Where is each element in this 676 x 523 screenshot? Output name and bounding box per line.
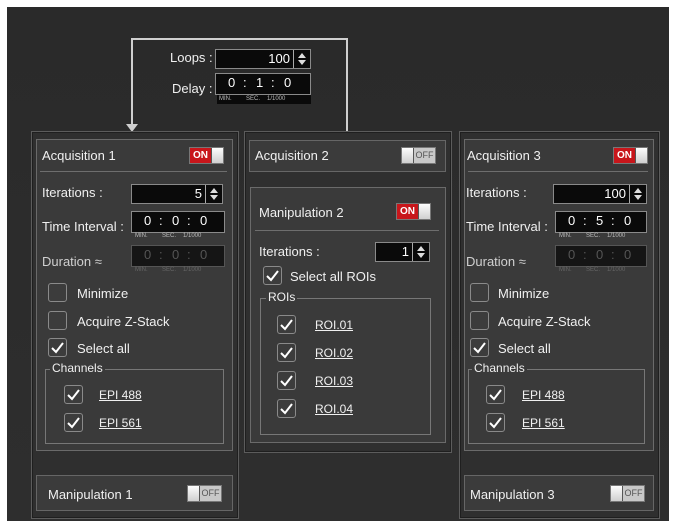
roi-link[interactable]: ROI.01: [315, 318, 353, 332]
check-icon: [67, 389, 80, 401]
iterations-stepper[interactable]: 1: [375, 242, 430, 262]
iterations-stepper[interactable]: 100: [553, 184, 647, 204]
select-all-rois-label: Select all ROIs: [290, 269, 376, 284]
iterations-stepper[interactable]: 5: [131, 184, 223, 204]
loop-connector: [131, 38, 348, 40]
check-icon: [280, 347, 293, 359]
acquisition-2-toggle[interactable]: OFF: [401, 147, 436, 164]
minimize-checkbox[interactable]: [470, 283, 489, 302]
manipulation-3-title: Manipulation 3: [470, 487, 555, 502]
select-all-label: Select all: [498, 341, 551, 356]
spin-arrows-icon[interactable]: [205, 185, 222, 203]
select-all-checkbox[interactable]: [470, 338, 489, 357]
divider: [255, 230, 439, 231]
minimize-label: Minimize: [498, 286, 550, 301]
manipulation-1-toggle[interactable]: OFF: [187, 485, 222, 502]
channels-group: [468, 369, 645, 444]
roi-link[interactable]: ROI.04: [315, 402, 353, 416]
channels-group-label: Channels: [50, 361, 105, 375]
zstack-checkbox[interactable]: [470, 311, 489, 330]
acquisition-3-toggle[interactable]: ON: [613, 147, 648, 164]
roi-link[interactable]: ROI.02: [315, 346, 353, 360]
check-icon: [67, 417, 80, 429]
delay-time-input[interactable]: 0 : 1 : 0: [215, 73, 311, 95]
duration-display: 0 : 0 : 0: [131, 245, 225, 267]
channel-link[interactable]: EPI 561: [522, 416, 565, 430]
roi-checkbox[interactable]: [277, 399, 296, 418]
channels-group-label: Channels: [472, 361, 527, 375]
iterations-label: Iterations :: [42, 185, 103, 200]
workspace: Loops : 100 Delay : 0 : 1 : 0 MIN. SEC. …: [7, 7, 669, 521]
spin-arrows-icon[interactable]: [629, 185, 646, 203]
duration-label: Duration ≈: [466, 254, 526, 269]
minimize-label: Minimize: [77, 286, 129, 301]
check-icon: [473, 342, 486, 354]
channel-checkbox[interactable]: [64, 413, 83, 432]
spin-arrows-icon[interactable]: [293, 50, 310, 68]
roi-checkbox[interactable]: [277, 371, 296, 390]
channel-checkbox[interactable]: [486, 413, 505, 432]
channels-group: [45, 369, 224, 444]
check-icon: [280, 403, 293, 415]
zstack-checkbox[interactable]: [48, 311, 67, 330]
divider: [468, 171, 648, 172]
roi-checkbox[interactable]: [277, 343, 296, 362]
roi-link[interactable]: ROI.03: [315, 374, 353, 388]
check-icon: [280, 375, 293, 387]
minimize-checkbox[interactable]: [48, 283, 67, 302]
loop-connector: [131, 38, 133, 128]
channel-link[interactable]: EPI 561: [99, 416, 142, 430]
acquisition-2-title: Acquisition 2: [255, 148, 329, 163]
time-interval-input[interactable]: 0 : 0 : 0: [131, 211, 225, 233]
manipulation-1-title: Manipulation 1: [48, 487, 133, 502]
time-interval-label: Time Interval :: [466, 219, 548, 234]
channel-checkbox[interactable]: [64, 385, 83, 404]
loops-stepper[interactable]: 100: [215, 49, 311, 69]
acquisition-3-title: Acquisition 3: [467, 148, 541, 163]
loop-connector: [346, 38, 348, 134]
select-all-label: Select all: [77, 341, 130, 356]
zstack-label: Acquire Z-Stack: [77, 314, 170, 329]
manipulation-2-toggle[interactable]: ON: [396, 203, 431, 220]
channel-link[interactable]: EPI 488: [99, 388, 142, 402]
check-icon: [266, 270, 279, 282]
check-icon: [489, 389, 502, 401]
rois-group-label: ROIs: [266, 290, 298, 304]
manipulation-2-title: Manipulation 2: [259, 205, 344, 220]
delay-label: Delay :: [172, 81, 213, 96]
channel-link[interactable]: EPI 488: [522, 388, 565, 402]
check-icon: [280, 319, 293, 331]
loops-value: 100: [268, 51, 290, 66]
acquisition-1-toggle[interactable]: ON: [189, 147, 224, 164]
check-icon: [51, 342, 64, 354]
iterations-label: Iterations :: [259, 244, 320, 259]
check-icon: [489, 417, 502, 429]
select-all-rois-checkbox[interactable]: [263, 266, 282, 285]
acquisition-1-title: Acquisition 1: [42, 148, 116, 163]
duration-display: 0 : 0 : 0: [555, 245, 647, 267]
time-interval-input[interactable]: 0 : 5 : 0: [555, 211, 647, 233]
iterations-label: Iterations :: [466, 185, 527, 200]
select-all-checkbox[interactable]: [48, 338, 67, 357]
divider: [40, 171, 227, 172]
loops-label: Loops :: [170, 50, 213, 65]
spin-arrows-icon[interactable]: [412, 243, 429, 261]
time-interval-label: Time Interval :: [42, 219, 124, 234]
duration-label: Duration ≈: [42, 254, 102, 269]
roi-checkbox[interactable]: [277, 315, 296, 334]
zstack-label: Acquire Z-Stack: [498, 314, 591, 329]
channel-checkbox[interactable]: [486, 385, 505, 404]
manipulation-3-toggle[interactable]: OFF: [610, 485, 645, 502]
